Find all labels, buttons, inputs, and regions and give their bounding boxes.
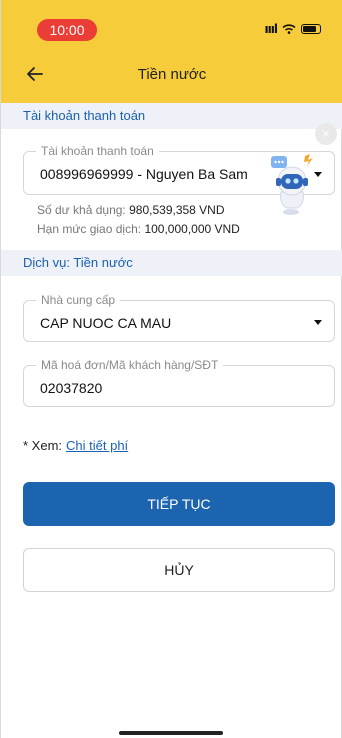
provider-field-label: Nhà cung cấp xyxy=(36,293,121,307)
customer-code-input[interactable]: Mã hoá đơn/Mã khách hàng/SĐT 02037820 xyxy=(23,358,335,407)
balance-row: Số dư khả dụng: 980,539,358 VND xyxy=(37,203,225,217)
status-time: 10:00 xyxy=(37,19,97,41)
wifi-icon xyxy=(282,24,296,34)
battery-icon xyxy=(301,24,321,34)
fee-note: * Xem: Chi tiết phí xyxy=(23,438,128,453)
assistant-robot-icon[interactable] xyxy=(269,152,321,218)
account-field-value: 008996969999 - Nguyen Ba Sam xyxy=(40,166,248,182)
close-icon[interactable]: × xyxy=(315,123,337,145)
signal-icon: ıııl xyxy=(264,22,278,36)
status-icons: ıııl xyxy=(265,22,321,36)
provider-field-value: CAP NUOC CA MAU xyxy=(40,315,172,331)
fee-note-prefix: * Xem: xyxy=(23,438,63,453)
cancel-button[interactable]: HỦY xyxy=(23,548,335,592)
account-field-label: Tài khoản thanh toán xyxy=(36,144,159,158)
balance-label: Số dư khả dụng: xyxy=(37,203,126,217)
customer-code-value: 02037820 xyxy=(40,380,103,396)
page-title: Tiền nước xyxy=(137,66,207,83)
customer-code-label: Mã hoá đơn/Mã khách hàng/SĐT xyxy=(36,358,224,372)
balance-value: 980,539,358 VND xyxy=(129,203,225,217)
account-section-header: Tài khoản thanh toán xyxy=(1,103,342,129)
service-section-header: Dịch vụ: Tiền nước xyxy=(1,250,342,276)
chevron-down-icon xyxy=(314,320,322,325)
home-indicator[interactable] xyxy=(119,731,223,735)
provider-select[interactable]: Nhà cung cấp CAP NUOC CA MAU xyxy=(23,293,335,342)
limit-row: Hạn mức giao dịch: 100,000,000 VND xyxy=(37,222,240,236)
phone-screen: 10:00 ıııl Tiền nước Tài khoản thanh toá… xyxy=(0,0,342,738)
continue-button[interactable]: TIẾP TỤC xyxy=(23,482,335,526)
limit-label: Hạn mức giao dịch: xyxy=(37,222,142,236)
fee-detail-link[interactable]: Chi tiết phí xyxy=(66,438,128,453)
app-header: 10:00 ıııl Tiền nước xyxy=(1,0,342,103)
limit-value: 100,000,000 VND xyxy=(144,222,240,236)
